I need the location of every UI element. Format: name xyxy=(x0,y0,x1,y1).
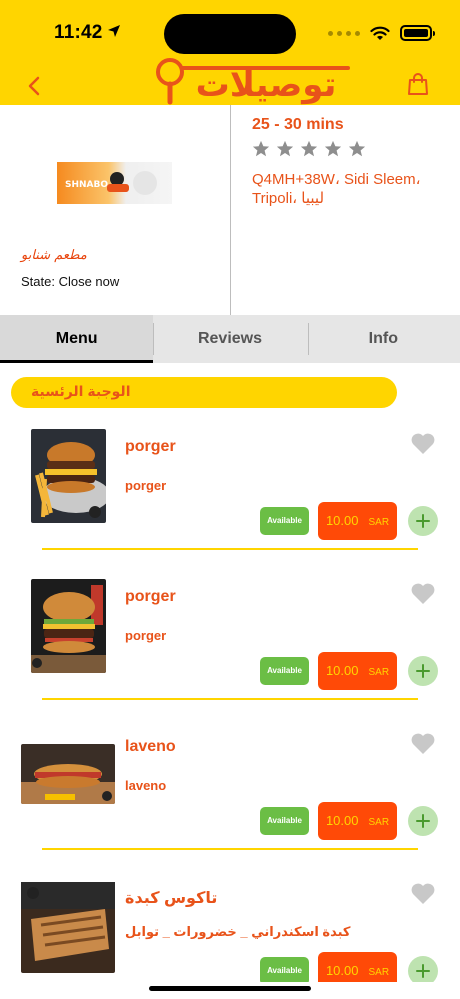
price-value: 10.00 xyxy=(325,813,359,828)
availability-badge: Available xyxy=(260,657,309,685)
menu-item-image xyxy=(21,744,115,804)
star-icon xyxy=(300,140,318,157)
logo-text: توصيلات xyxy=(196,65,337,105)
chevron-left-icon xyxy=(28,76,40,96)
menu-item-image xyxy=(31,429,106,523)
menu-item-description: laveno xyxy=(125,778,167,793)
tab-bar: Menu Reviews Info xyxy=(0,315,460,363)
rating-stars xyxy=(252,140,366,158)
menu-item[interactable]: تاكوس كبدة كبدة اسكندراني _ خضرورات _ تو… xyxy=(0,882,460,982)
restaurant-state: State: Close now xyxy=(21,274,120,289)
menu-item-description: كبدة اسكندراني _ خضرورات _ توابل xyxy=(125,924,351,939)
price-value: 10.00 xyxy=(325,663,359,678)
price-tag: 10.00 SAR xyxy=(318,652,397,690)
category-header[interactable]: الوجبة الرئسية xyxy=(11,377,397,408)
add-to-cart-button[interactable] xyxy=(408,956,438,982)
add-to-cart-button[interactable] xyxy=(408,806,438,836)
item-divider xyxy=(42,548,418,550)
favorite-heart-icon[interactable] xyxy=(410,432,436,456)
availability-badge: Available xyxy=(260,507,309,535)
favorite-heart-icon[interactable] xyxy=(410,882,436,906)
price-currency: SAR xyxy=(368,967,390,978)
item-divider xyxy=(42,848,418,850)
menu-item-image xyxy=(31,579,106,673)
price-currency: SAR xyxy=(368,517,390,528)
price-tag: 10.00 SAR xyxy=(318,802,397,840)
star-icon xyxy=(252,140,270,157)
menu-item-title: laveno xyxy=(125,738,176,755)
menu-item-title: porger xyxy=(125,588,176,605)
price-currency: SAR xyxy=(368,667,390,678)
status-indicators xyxy=(328,24,435,42)
cellular-signal-icon xyxy=(328,30,360,36)
price-tag: 10.00 SAR xyxy=(318,952,397,982)
status-bar-time: 11:42 xyxy=(54,22,121,44)
shopping-bag-icon xyxy=(408,73,428,95)
restaurant-logo-text: SHNABO xyxy=(65,180,108,190)
location-arrow-icon xyxy=(107,22,121,44)
menu-item[interactable]: porger porger Available 10.00 SAR xyxy=(0,579,460,732)
favorite-heart-icon[interactable] xyxy=(410,732,436,756)
item-divider xyxy=(42,698,418,700)
clock-text: 11:42 xyxy=(54,22,103,44)
price-tag: 10.00 SAR xyxy=(318,502,397,540)
menu-item-image xyxy=(21,882,115,973)
star-icon xyxy=(276,140,294,157)
tab-divider xyxy=(308,323,309,355)
back-button[interactable] xyxy=(24,72,46,100)
battery-icon xyxy=(400,25,435,41)
app-header: 11:42 توصيلات xyxy=(0,0,460,105)
price-currency: SAR xyxy=(368,817,390,828)
restaurant-logo-image: SHNABO xyxy=(57,162,172,204)
favorite-heart-icon[interactable] xyxy=(410,582,436,606)
restaurant-address: Q4MH+38W، Sidi Sleem، Tripoli، ليبيا xyxy=(252,171,421,207)
menu-item-title: تاكوس كبدة xyxy=(125,890,218,907)
tab-reviews[interactable]: Reviews xyxy=(153,315,306,363)
dynamic-island xyxy=(164,14,296,54)
tab-divider xyxy=(153,323,154,355)
menu-item[interactable]: laveno laveno Available 10.00 SAR xyxy=(0,732,460,882)
category-title: الوجبة الرئسية xyxy=(31,383,131,399)
home-indicator[interactable] xyxy=(149,986,311,991)
restaurant-name: مطعم شنابو xyxy=(21,248,87,263)
availability-badge: Available xyxy=(260,807,309,835)
price-value: 10.00 xyxy=(325,963,359,978)
menu-item-description: porger xyxy=(125,478,167,493)
star-icon xyxy=(348,140,366,157)
star-icon xyxy=(324,140,342,157)
menu-item[interactable]: porger porger Available 10.00 SAR xyxy=(0,429,460,582)
availability-badge: Available xyxy=(260,957,309,982)
cart-button[interactable] xyxy=(404,70,432,98)
menu-item-description: porger xyxy=(125,628,167,643)
tab-menu[interactable]: Menu xyxy=(0,315,154,363)
price-value: 10.00 xyxy=(325,513,359,528)
menu-item-title: porger xyxy=(125,438,176,455)
tab-info[interactable]: Info xyxy=(307,315,460,363)
add-to-cart-button[interactable] xyxy=(408,506,438,536)
add-to-cart-button[interactable] xyxy=(408,656,438,686)
info-divider xyxy=(230,105,231,315)
app-logo: توصيلات xyxy=(148,56,354,108)
delivery-eta: 25 - 30 mins xyxy=(252,116,344,133)
wifi-icon xyxy=(370,26,390,40)
